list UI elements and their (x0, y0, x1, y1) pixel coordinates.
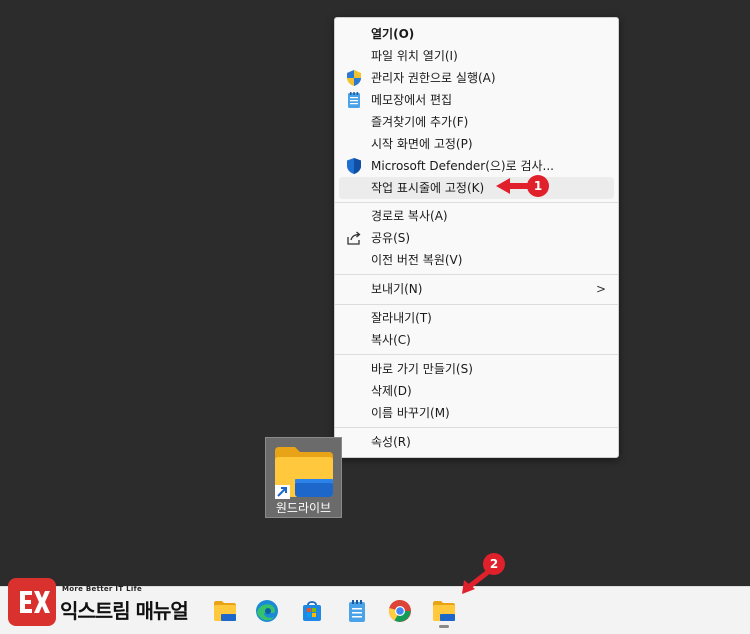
folder-shortcut-icon (273, 443, 335, 502)
menu-item-pin-to-taskbar[interactable]: 작업 표시줄에 고정(K) (339, 177, 614, 199)
menu-item-label: Microsoft Defender(으)로 검사... (371, 159, 554, 173)
folder-icon (433, 601, 455, 621)
chevron-right-icon: > (595, 282, 606, 296)
notepad-icon (349, 600, 365, 622)
menu-separator (335, 202, 618, 203)
menu-item-label: 이름 바꾸기(M) (371, 406, 450, 420)
menu-separator (335, 354, 618, 355)
callout-badge-1: 1 (527, 175, 549, 197)
menu-item-label: 공유(S) (371, 231, 411, 245)
uac-shield-icon (345, 69, 363, 87)
menu-item-open[interactable]: 열기(O) (339, 23, 614, 45)
menu-item-label: 즐겨찾기에 추가(F) (371, 115, 469, 129)
store-icon (303, 601, 321, 621)
menu-item-label: 이전 버전 복원(V) (371, 253, 463, 267)
taskbar-app-chrome[interactable] (382, 593, 418, 629)
watermark-logo: More Better IT Life 익스트림 매뉴얼 (8, 575, 223, 629)
menu-item-label: 작업 표시줄에 고정(K) (371, 181, 485, 195)
menu-item-copy-as-path[interactable]: 경로로 복사(A) (339, 205, 614, 227)
menu-item-label: 관리자 권한으로 실행(A) (371, 71, 496, 85)
menu-item-create-shortcut[interactable]: 바로 가기 만들기(S) (339, 358, 614, 380)
menu-item-share[interactable]: 공유(S) (339, 227, 614, 249)
logo-name: 익스트림 매뉴얼 (60, 599, 189, 623)
menu-item-label: 파일 위치 열기(I) (371, 49, 458, 63)
menu-item-label: 바로 가기 만들기(S) (371, 362, 473, 376)
menu-item-label: 속성(R) (371, 435, 411, 449)
menu-item-label: 시작 화면에 고정(P) (371, 137, 473, 151)
desktop-shortcut-label: 원드라이브 (275, 501, 332, 515)
menu-item-copy[interactable]: 복사(C) (339, 329, 614, 351)
share-icon (345, 229, 363, 247)
menu-item-label: 삭제(D) (371, 384, 412, 398)
logo-tagline: More Better IT Life (62, 585, 142, 593)
menu-item-add-to-favorites[interactable]: 즐겨찾기에 추가(F) (339, 111, 614, 133)
menu-item-label: 메모장에서 편집 (371, 93, 453, 107)
context-menu: 열기(O) 파일 위치 열기(I) 관리자 권한으로 실행(A) 메모장에서 편… (334, 17, 619, 458)
menu-item-cut[interactable]: 잘라내기(T) (339, 307, 614, 329)
chrome-icon (389, 599, 411, 622)
menu-item-label: 잘라내기(T) (371, 311, 432, 325)
logo-badge-icon (8, 578, 56, 626)
edge-icon (256, 600, 278, 622)
menu-item-label: 복사(C) (371, 333, 411, 347)
menu-item-label: 보내기(N) (371, 282, 423, 296)
menu-item-run-as-admin[interactable]: 관리자 권한으로 실행(A) (339, 67, 614, 89)
menu-item-send-to[interactable]: 보내기(N) > (339, 278, 614, 300)
menu-item-open-file-location[interactable]: 파일 위치 열기(I) (339, 45, 614, 67)
menu-separator (335, 274, 618, 275)
desktop-shortcut-onedrive[interactable]: 원드라이브 (265, 437, 342, 518)
menu-item-restore-previous-versions[interactable]: 이전 버전 복원(V) (339, 249, 614, 271)
defender-shield-icon (345, 157, 363, 175)
menu-separator (335, 427, 618, 428)
menu-item-defender-scan[interactable]: Microsoft Defender(으)로 검사... (339, 155, 614, 177)
taskbar-app-onedrive-pinned[interactable] (426, 593, 462, 629)
menu-item-edit-in-notepad[interactable]: 메모장에서 편집 (339, 89, 614, 111)
notepad-icon (345, 91, 363, 109)
taskbar-app-notepad[interactable] (339, 593, 375, 629)
menu-item-pin-to-start[interactable]: 시작 화면에 고정(P) (339, 133, 614, 155)
menu-item-label: 경로로 복사(A) (371, 209, 448, 223)
callout-arrow-2 (462, 570, 491, 594)
menu-item-delete[interactable]: 삭제(D) (339, 380, 614, 402)
menu-item-properties[interactable]: 속성(R) (339, 431, 614, 453)
menu-item-label: 열기(O) (371, 27, 415, 41)
taskbar-app-edge[interactable] (249, 593, 285, 629)
menu-item-rename[interactable]: 이름 바꾸기(M) (339, 402, 614, 424)
taskbar-app-store[interactable] (294, 593, 330, 629)
menu-separator (335, 304, 618, 305)
callout-arrow-1 (496, 178, 530, 194)
